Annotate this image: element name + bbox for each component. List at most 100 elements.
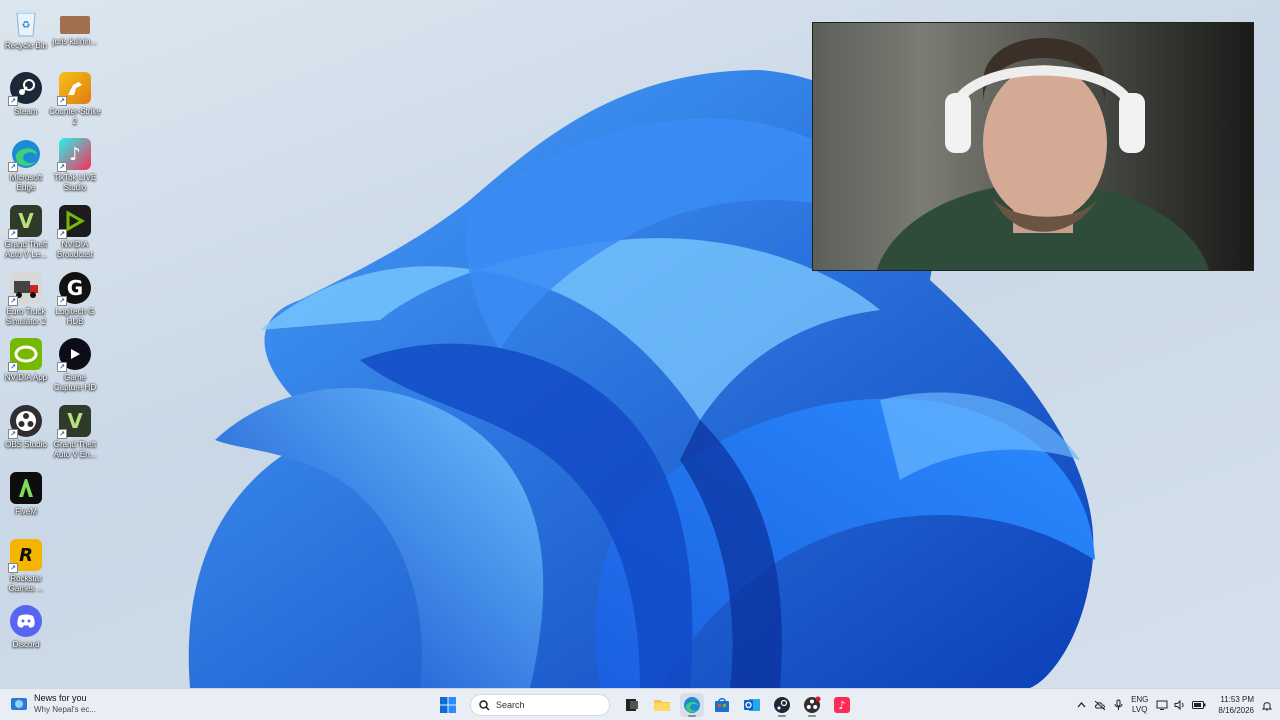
tiktok-icon: ♪ xyxy=(834,697,850,713)
edge-icon xyxy=(684,697,700,713)
svg-text:♪: ♪ xyxy=(838,699,845,712)
desktop-icon-photo[interactable]: juris kalnin... xyxy=(49,6,101,47)
desktop-icon-label: juris kalnin... xyxy=(52,37,98,46)
edge-icon: ↗ xyxy=(8,138,42,172)
logitech-g-icon: G ↗ xyxy=(57,272,91,306)
desktop-icon-label: TikTok LIVE Studio xyxy=(53,173,97,192)
desktop-icon-rockstar[interactable]: R ↗ Rockstar Games ... xyxy=(0,539,52,594)
clock[interactable]: 11:53 PM 8/16/2026 xyxy=(1218,694,1254,716)
taskbar-center-apps: ♪ xyxy=(436,692,854,718)
clock-time: 11:53 PM xyxy=(1220,695,1254,704)
chevron-up-icon xyxy=(1077,702,1086,708)
store-button[interactable] xyxy=(710,693,734,717)
desktop-icon-edge[interactable]: ↗ Microsoft Edge xyxy=(0,138,52,193)
desktop-icon-discord[interactable]: Discord xyxy=(0,605,52,650)
desktop-icon-label: Game Capture HD xyxy=(53,373,97,392)
task-view-button[interactable] xyxy=(620,693,644,717)
desktop-icon-label: OBS Studio xyxy=(5,440,47,449)
desktop-icon-gta-enhanced[interactable]: V ↗ Grand Theft Auto V En... xyxy=(49,405,101,460)
desktop-icon-label: Logitech G HUB xyxy=(55,307,95,326)
notifications-button[interactable] xyxy=(1262,700,1272,711)
euro-truck-icon: ↗ xyxy=(8,272,42,306)
language-code: ENG xyxy=(1131,695,1149,704)
volume-icon xyxy=(1174,700,1185,710)
desktop-icon-nvidia-broadcast[interactable]: ↗ NVIDIA Broadcast xyxy=(49,205,101,260)
start-icon xyxy=(440,697,456,713)
desktop-icon-label: FiveM xyxy=(15,507,37,516)
tiktok-taskbar-button[interactable]: ♪ xyxy=(830,693,854,717)
discord-icon xyxy=(10,605,42,637)
store-icon xyxy=(715,698,729,712)
desktop-icon-game-capture[interactable]: ↗ Game Capture HD xyxy=(49,338,101,393)
desktop-icon-label: NVIDIA App xyxy=(4,373,48,382)
desktop-icon-gta-legacy[interactable]: V ↗ Grand Theft Auto V Le... xyxy=(0,205,52,260)
game-capture-icon: ↗ xyxy=(57,338,91,372)
news-subtitle: Why Nepal's ec... xyxy=(34,705,96,714)
tray-overflow-button[interactable] xyxy=(1077,702,1086,708)
search-input[interactable] xyxy=(496,700,596,710)
search-icon xyxy=(479,699,490,711)
bell-icon xyxy=(1262,701,1272,711)
rockstar-icon: R ↗ xyxy=(8,539,42,573)
display-icon xyxy=(1156,700,1168,710)
desktop-icon-label: Counter-Strike 2 xyxy=(49,107,101,126)
microphone-button[interactable] xyxy=(1114,699,1123,711)
steam-icon: ↗ xyxy=(8,72,42,106)
keyboard-layout: LVQ xyxy=(1132,705,1148,714)
desktop-icon-logitech[interactable]: G ↗ Logitech G HUB xyxy=(49,272,101,327)
gta-v-icon: V ↗ xyxy=(8,205,42,239)
news-text: News for you Why Nepal's ec... xyxy=(34,693,96,715)
tiktok-live-icon: ♪ ↗ xyxy=(57,138,91,172)
steam-icon xyxy=(774,697,790,713)
desktop-icon-label: Microsoft Edge xyxy=(9,173,43,192)
svg-text:♻: ♻ xyxy=(22,20,31,31)
tray-icon-button[interactable] xyxy=(1094,700,1106,711)
language-indicator[interactable]: ENG LVQ xyxy=(1131,695,1148,715)
desktop-icon-label: Grand Theft Auto V Le... xyxy=(4,240,48,259)
desktop-icon-label: Discord xyxy=(12,640,40,649)
desktop-icon-obs[interactable]: ↗ OBS Studio xyxy=(0,405,52,450)
recycle-bin-icon: ♻ xyxy=(10,6,42,38)
clock-date: 8/16/2026 xyxy=(1218,706,1254,715)
obs-icon xyxy=(804,696,821,713)
desktop-icon-tiktok-live[interactable]: ♪ ↗ TikTok LIVE Studio xyxy=(49,138,101,193)
photo-thumbnail-icon xyxy=(60,16,90,34)
desktop-icon-label: Recycle Bin xyxy=(4,41,48,50)
news-icon xyxy=(11,698,27,710)
gta-v-enhanced-icon: V ↗ xyxy=(57,405,91,439)
nvidia-app-icon: ↗ xyxy=(8,338,42,372)
obs-icon: ↗ xyxy=(8,405,42,439)
nvidia-broadcast-icon: ↗ xyxy=(57,205,91,239)
desktop-icon-counter-strike[interactable]: ↗ Counter-Strike 2 xyxy=(49,72,101,127)
system-tray: ENG LVQ 11:53 PM 8/16/2026 xyxy=(1077,692,1272,718)
desktop-icon-recycle-bin[interactable]: ♻ Recycle Bin xyxy=(0,6,52,51)
desktop-icon-steam[interactable]: ↗ Steam xyxy=(0,72,52,117)
file-explorer-button[interactable] xyxy=(650,693,674,717)
desktop-icon-label: NVIDIA Broadcast xyxy=(56,240,94,259)
desktop-icon-euro-truck[interactable]: ↗ Euro Truck Simulator 2 xyxy=(0,272,52,327)
outlook-button[interactable] xyxy=(740,693,764,717)
start-button[interactable] xyxy=(436,693,460,717)
desktop-icon-nvidia-app[interactable]: ↗ NVIDIA App xyxy=(0,338,52,383)
obs-taskbar-button[interactable] xyxy=(800,693,824,717)
cloud-sync-icon xyxy=(1094,700,1106,710)
news-widget[interactable]: News for you Why Nepal's ec... xyxy=(10,693,96,715)
desktop-icon-label: Steam xyxy=(14,107,38,116)
webcam-overlay xyxy=(812,22,1254,271)
file-explorer-icon xyxy=(654,700,670,711)
news-title: News for you xyxy=(34,693,87,703)
task-view-icon xyxy=(626,699,638,711)
battery-icon xyxy=(1192,701,1206,709)
desktop-icon-label: Grand Theft Auto V En... xyxy=(53,440,97,459)
taskbar-search[interactable] xyxy=(470,694,610,716)
taskbar: News for you Why Nepal's ec... Search ♪ … xyxy=(0,688,1280,720)
desktop-icon-label: Euro Truck Simulator 2 xyxy=(5,307,47,326)
edge-taskbar-button[interactable] xyxy=(680,693,704,717)
desktop-icon-label: Rockstar Games ... xyxy=(8,574,44,593)
quick-settings-button[interactable] xyxy=(1156,700,1206,710)
outlook-icon xyxy=(744,699,760,711)
desktop-icon-fivem[interactable]: FiveM xyxy=(0,472,52,517)
steam-taskbar-button[interactable] xyxy=(770,693,794,717)
microphone-icon xyxy=(1114,699,1123,710)
fivem-icon xyxy=(10,472,42,504)
